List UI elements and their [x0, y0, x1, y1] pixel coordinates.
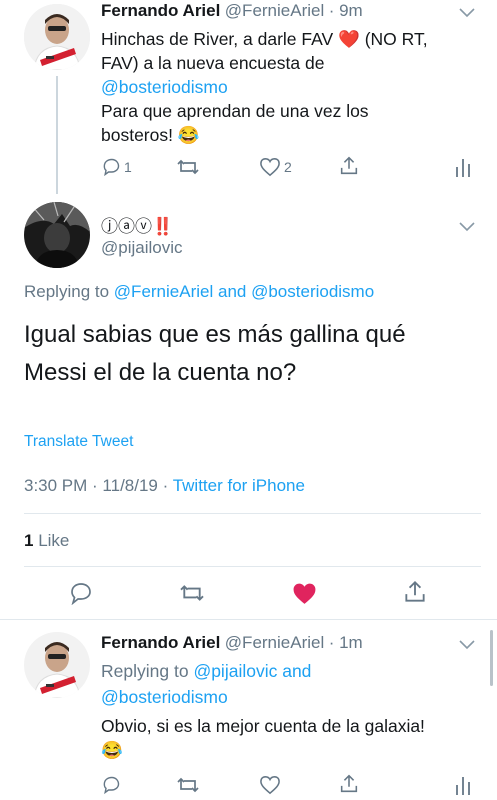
analytics-button[interactable]: [455, 775, 471, 795]
author-name[interactable]: Fernando Ariel: [101, 1, 220, 20]
reply-count: 1: [124, 159, 132, 175]
author-handle[interactable]: @FernieAriel: [225, 1, 324, 20]
share-icon: [340, 774, 358, 793]
likes-label: Like: [38, 531, 70, 550]
reply-button[interactable]: [69, 581, 93, 605]
divider: [24, 513, 481, 514]
heart-outline-icon: [260, 158, 280, 177]
share-button[interactable]: [402, 579, 428, 605]
mention-link[interactable]: @pijailovic: [193, 661, 277, 681]
avatar[interactable]: [24, 4, 90, 70]
reply-button[interactable]: 1: [101, 157, 132, 177]
laughing-emoji: 😂: [177, 125, 200, 145]
laughing-emoji: 😂: [101, 740, 123, 760]
author-name[interactable]: ⓙⓐⓥ‼️: [101, 212, 173, 237]
analytics-button[interactable]: [455, 157, 471, 177]
chevron-down-icon[interactable]: [459, 640, 475, 650]
reply-button[interactable]: [101, 775, 121, 795]
reply-icon: [103, 158, 120, 177]
avatar[interactable]: [24, 202, 90, 268]
heart-filled-icon: [293, 583, 316, 604]
tweet-body: Obvio, si es la mejor cuenta de la galax…: [101, 714, 491, 762]
divider: [0, 619, 497, 620]
share-icon: [340, 156, 358, 175]
thread-line: [56, 76, 58, 194]
chevron-down-icon[interactable]: [459, 222, 475, 232]
tweet-body: Igual sabias que es más gallina qué Mess…: [24, 321, 406, 386]
share-button[interactable]: [338, 155, 360, 177]
share-icon: [405, 580, 425, 602]
mention-link[interactable]: @FernieAriel: [114, 282, 213, 301]
mention-link[interactable]: @bosteriodismo: [251, 282, 374, 301]
translate-tweet-link[interactable]: Translate Tweet: [24, 433, 133, 451]
timestamp: 3:30 PM · 11/8/19 ·: [24, 476, 169, 495]
tweet-meta: 3:30 PM · 11/8/19 · Twitter for iPhone: [24, 476, 305, 496]
divider: [24, 566, 481, 567]
scrollbar[interactable]: [490, 630, 493, 686]
avatar[interactable]: [24, 632, 90, 698]
analytics-icon: [456, 159, 470, 177]
likes-count: 1: [24, 531, 34, 550]
author-handle[interactable]: @FernieAriel: [225, 633, 324, 652]
heart-emoji: ❤️: [338, 29, 360, 49]
retweet-button[interactable]: [176, 157, 200, 177]
like-button[interactable]: [292, 582, 317, 605]
mention-link[interactable]: @bosteriodismo: [101, 687, 228, 707]
replying-to: Replying to @FernieAriel and @bosteriodi…: [24, 282, 375, 301]
like-count: 2: [284, 159, 292, 175]
retweet-icon: [180, 585, 204, 601]
retweet-button[interactable]: [178, 582, 206, 604]
likes-summary[interactable]: 1 Like: [24, 531, 69, 551]
heart-outline-icon: [260, 776, 280, 795]
chevron-down-icon[interactable]: [459, 8, 475, 18]
retweet-icon: [177, 777, 199, 793]
tweet-time: · 9m: [328, 1, 363, 20]
like-button[interactable]: 2: [259, 157, 292, 177]
source-link[interactable]: Twitter for iPhone: [173, 476, 305, 495]
reply-icon: [71, 583, 91, 605]
tweet-time: · 1m: [328, 633, 363, 652]
retweet-button[interactable]: [176, 775, 200, 795]
replying-to: Replying to @pijailovic and @bosteriodis…: [101, 661, 312, 707]
mention-link[interactable]: @bosteriodismo: [101, 77, 228, 97]
like-button[interactable]: [259, 775, 281, 795]
retweet-icon: [177, 159, 199, 175]
share-button[interactable]: [338, 773, 360, 795]
reply-icon: [103, 776, 120, 795]
author-name[interactable]: Fernando Ariel: [101, 633, 220, 652]
tweet-body: Hinchas de River, a darle FAV ❤️ (NO RT,…: [101, 29, 428, 145]
analytics-icon: [456, 777, 470, 795]
author-handle[interactable]: @pijailovic: [101, 238, 183, 258]
